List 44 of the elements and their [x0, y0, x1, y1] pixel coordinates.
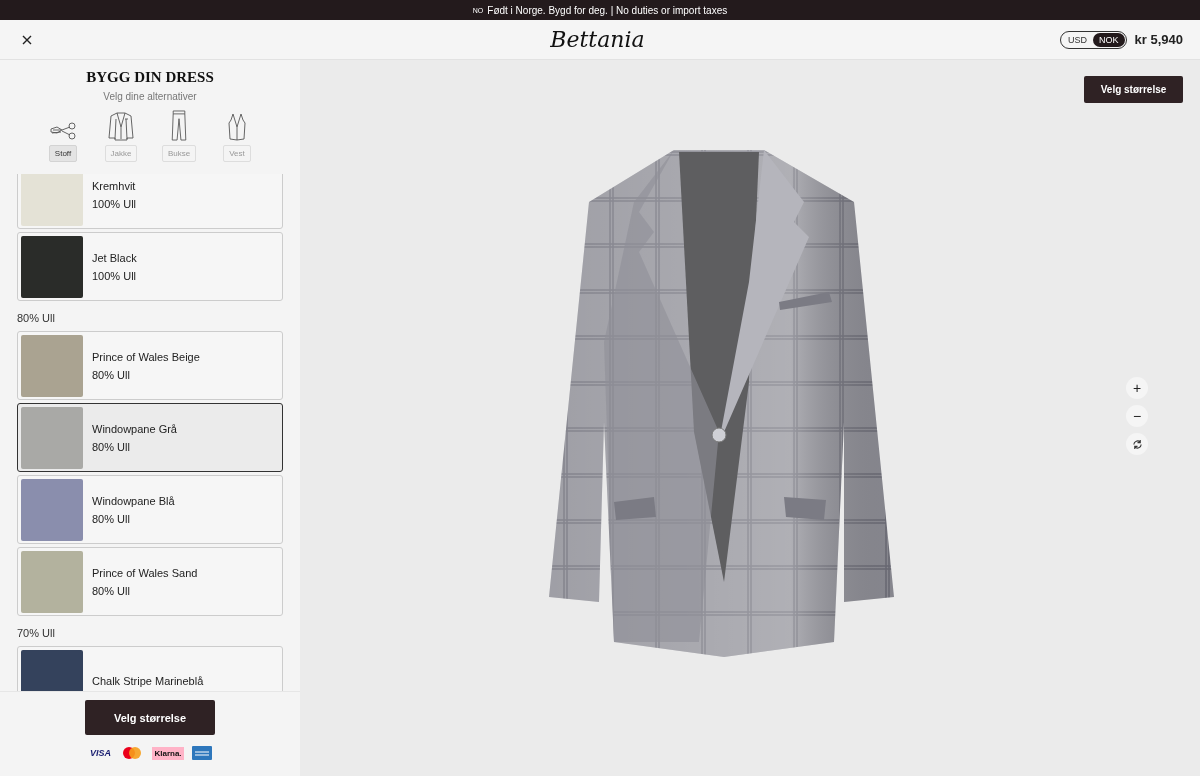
fabric-material: 80% Ull [92, 512, 131, 525]
klarna-logo: Klarna. [152, 746, 184, 760]
scissors-fabric-icon [49, 121, 77, 141]
fabric-name: Windowpane Blå [92, 494, 175, 507]
step-tab[interactable]: Stoff [48, 145, 78, 162]
group-heading: 80% Ull [17, 311, 56, 326]
rotate-icon [1131, 438, 1143, 450]
fabric-material: 80% Ull [92, 440, 131, 453]
currency-option[interactable]: USD [1062, 32, 1094, 47]
zoom-out-button[interactable]: − [1126, 405, 1148, 427]
fabric-material: 100% Ull [92, 269, 137, 282]
trousers-icon [171, 110, 187, 141]
sidebar-title: BYGG DIN DRESS [85, 69, 215, 86]
fabric-name: Prince of Wales Sand [92, 566, 198, 579]
fabric-name: Chalk Stripe Marineblå [92, 674, 204, 687]
vest-icon [228, 113, 246, 141]
fabric-card[interactable]: Windowpane Grå 80% Ull [17, 403, 283, 472]
brand-logo[interactable]: Bettania [550, 27, 645, 52]
fabric-material: 80% Ull [92, 584, 131, 597]
fabric-card[interactable]: Windowpane Blå 80% Ull [17, 475, 283, 544]
fabric-name: Windowpane Grå [92, 422, 177, 435]
price-text: kr 5,940 [1134, 32, 1183, 47]
fabric-card[interactable]: Jet Black 100% Ull [17, 232, 283, 301]
select-size-button[interactable]: Velg størrelse [85, 700, 215, 735]
rotate-button[interactable] [1126, 433, 1148, 455]
fabric-card[interactable]: Prince of Wales Sand 80% Ull [17, 547, 283, 616]
amex-logo [191, 746, 212, 760]
fabric-material: 80% Ull [92, 368, 131, 381]
close-icon [22, 34, 32, 45]
fabric-card[interactable]: Prince of Wales Beige 80% Ull [17, 331, 283, 400]
sidebar-subtitle: Velg dine alternativer [102, 91, 198, 102]
fabric-card[interactable]: Kremhvit 100% Ull [17, 174, 283, 229]
jacket-icon [108, 111, 134, 141]
fabric-material: 100% Ull [92, 197, 137, 210]
fabric-name: Kremhvit [92, 179, 137, 192]
visa-logo: VISA [88, 748, 112, 758]
announcement-text: Født i Norge. Bygd for deg. | No duties or import taxes [487, 4, 728, 16]
fabric-card[interactable]: Chalk Stripe Marineblå [17, 646, 283, 691]
currency-option[interactable]: NOK [1093, 32, 1125, 47]
fabric-name: Jet Black [92, 251, 137, 264]
select-size-button[interactable]: Velg størrelse [1084, 76, 1183, 103]
zoom-in-button[interactable]: + [1126, 377, 1148, 399]
fabric-name: Prince of Wales Beige [92, 350, 200, 363]
group-heading: 70% Ull [17, 626, 56, 641]
